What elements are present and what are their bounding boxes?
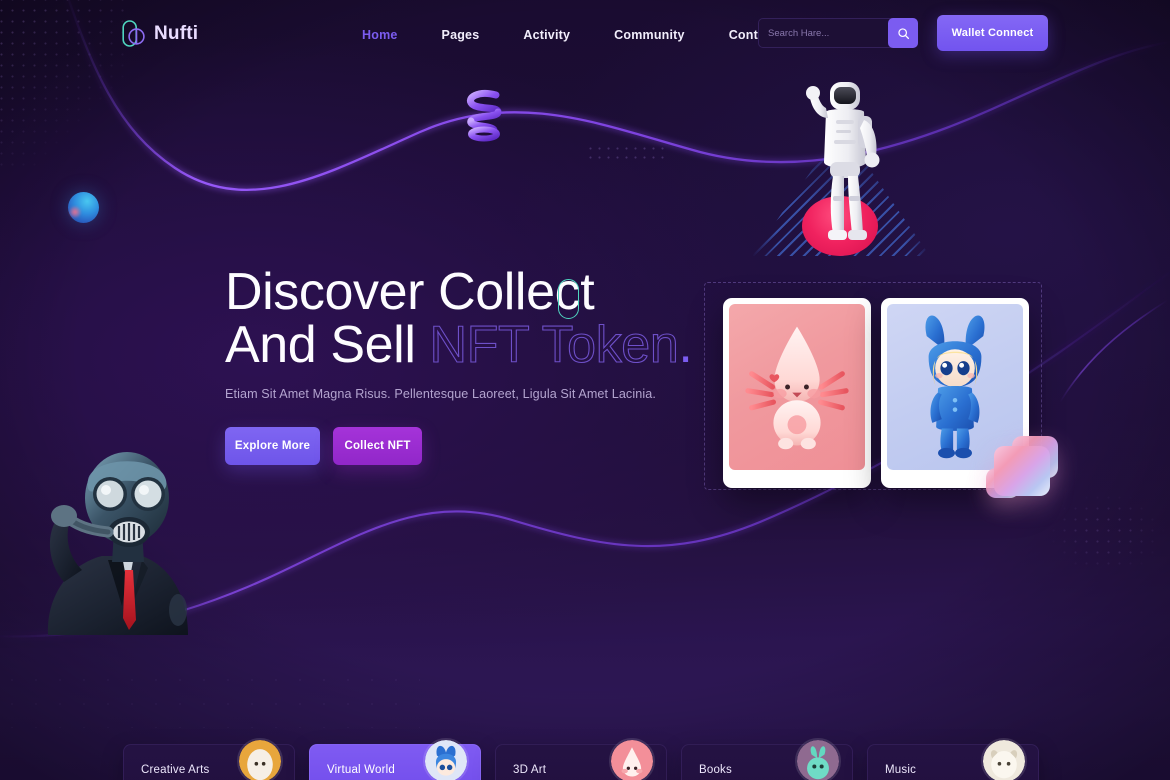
site-header: Nufti Home Pages Activity Community Cont… bbox=[0, 0, 1170, 66]
gradient-squircle-icon bbox=[994, 446, 1050, 496]
category-card-virtual-world[interactable]: Virtual World bbox=[309, 738, 481, 780]
hero-section: Discover Collect And Sell NFT Token. Eti… bbox=[225, 266, 693, 465]
dot-grid-center bbox=[586, 144, 666, 162]
nft-card-pink-creature[interactable] bbox=[723, 298, 871, 488]
category-label: Books bbox=[699, 764, 732, 776]
nav-item-activity[interactable]: Activity bbox=[501, 24, 592, 46]
category-label: Creative Arts bbox=[141, 764, 210, 776]
page-stage: Nufti Home Pages Activity Community Cont… bbox=[0, 0, 1170, 780]
nft-showcase-frame bbox=[704, 282, 1042, 490]
explore-more-button[interactable]: Explore More bbox=[225, 427, 320, 465]
hero-line2-text: And Sell bbox=[225, 316, 430, 374]
category-label: Music bbox=[885, 764, 917, 776]
dot-grid-lower-left bbox=[0, 668, 420, 728]
hero-subtitle: Etiam Sit Amet Magna Risus. Pellentesque… bbox=[225, 387, 656, 401]
books-avatar-icon bbox=[795, 738, 841, 780]
category-card-row: Creative Arts Virtual World 3D Art Books… bbox=[123, 738, 1053, 780]
music-avatar-icon bbox=[981, 738, 1027, 780]
creative-arts-avatar-icon bbox=[237, 738, 283, 780]
nft-image-pink-creature bbox=[729, 304, 865, 470]
category-card-3d-art[interactable]: 3D Art bbox=[495, 738, 667, 780]
nufti-logo-icon bbox=[120, 18, 150, 50]
teal-oval-accent-icon bbox=[558, 279, 579, 319]
nav-item-pages[interactable]: Pages bbox=[420, 24, 502, 46]
search-button[interactable] bbox=[888, 18, 918, 48]
hero-line2-outline: NFT Token bbox=[429, 316, 679, 374]
virtual-world-avatar-icon bbox=[423, 738, 469, 780]
category-card-creative-arts[interactable]: Creative Arts bbox=[123, 738, 295, 780]
brand-name: Nufti bbox=[154, 23, 199, 44]
category-card-books[interactable]: Books bbox=[681, 738, 853, 780]
search-icon bbox=[897, 27, 909, 39]
hero-button-group: Explore More Collect NFT bbox=[225, 427, 692, 465]
wallet-connect-button[interactable]: Wallet Connect bbox=[937, 15, 1048, 51]
hero-line2-dot: . bbox=[678, 316, 693, 374]
category-label: Virtual World bbox=[327, 764, 396, 776]
dot-grid-bottom-right bbox=[1048, 492, 1166, 576]
hero-heading-line1: Discover Collect bbox=[225, 266, 692, 319]
nav-item-community[interactable]: Community bbox=[592, 24, 707, 46]
category-card-music[interactable]: Music bbox=[867, 738, 1039, 780]
collect-nft-button[interactable]: Collect NFT bbox=[333, 427, 422, 465]
hero-heading-line2: And Sell NFT Token. bbox=[225, 316, 693, 374]
search-input[interactable] bbox=[768, 27, 878, 39]
category-label: 3D Art bbox=[513, 764, 547, 776]
hero-line1-text: Discover Collect bbox=[225, 263, 595, 321]
brand-logo[interactable]: Nufti bbox=[120, 18, 198, 50]
astronaut-figure bbox=[786, 78, 904, 258]
main-navigation: Home Pages Activity Community Contact bbox=[340, 24, 799, 46]
purple-spiral-icon bbox=[458, 84, 510, 142]
gradient-sphere-icon bbox=[68, 192, 99, 223]
nav-item-home[interactable]: Home bbox=[340, 24, 420, 46]
gas-mask-character bbox=[30, 420, 200, 635]
3d-art-avatar-icon bbox=[609, 738, 655, 780]
